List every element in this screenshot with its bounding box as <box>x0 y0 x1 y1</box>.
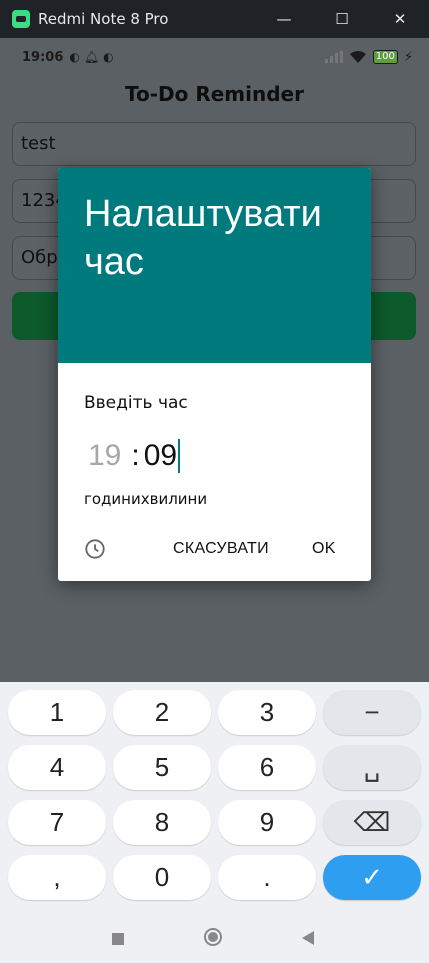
task-name-field[interactable]: test <box>12 122 416 166</box>
key-1[interactable]: 1 <box>8 690 106 735</box>
hour-input[interactable]: 19 <box>88 439 121 473</box>
time-labels: години хвилини <box>84 490 207 508</box>
status-time: 19:06 <box>22 49 64 65</box>
notification-icon: ◐ <box>69 50 80 64</box>
dialog-title: Налаштувати час <box>58 168 371 363</box>
key-3[interactable]: 3 <box>218 690 316 735</box>
bell-icon: 🔔︎ <box>83 50 100 64</box>
back-icon[interactable] <box>302 931 314 945</box>
numeric-keyboard: 1 2 3 − 4 5 6 ␣ 7 8 9 ⌫ , 0 . ✓ <box>0 682 429 963</box>
key-6[interactable]: 6 <box>218 745 316 790</box>
key-4[interactable]: 4 <box>8 745 106 790</box>
wifi-icon <box>349 51 366 63</box>
notification-icon: ◐ <box>103 50 114 64</box>
comma-key[interactable]: , <box>8 855 106 900</box>
time-picker-dialog: Налаштувати час Введіть час 19 : 09 годи… <box>58 168 371 581</box>
android-app-icon <box>12 10 30 28</box>
key-9[interactable]: 9 <box>218 800 316 845</box>
home-icon[interactable] <box>204 928 222 946</box>
space-key[interactable]: ␣ <box>323 745 421 790</box>
key-2[interactable]: 2 <box>113 690 211 735</box>
ok-button[interactable]: OK <box>312 540 336 558</box>
maximize-button[interactable]: ☐ <box>313 0 371 38</box>
key-7[interactable]: 7 <box>8 800 106 845</box>
period-key[interactable]: . <box>218 855 316 900</box>
status-bar: 19:06 ◐ 🔔︎ ◐ 100 ⚡︎ <box>0 38 429 76</box>
minute-label: хвилини <box>140 490 208 508</box>
minimize-button[interactable]: — <box>255 0 313 38</box>
enter-key[interactable]: ✓ <box>323 855 421 900</box>
charging-icon: ⚡︎ <box>403 49 413 65</box>
recents-icon[interactable] <box>112 933 124 945</box>
notification-icons: ◐ 🔔︎ ◐ <box>69 50 113 64</box>
navigation-bar <box>0 918 429 963</box>
backspace-key[interactable]: ⌫ <box>323 800 421 845</box>
window-controls: — ☐ ✕ <box>255 0 429 38</box>
dialog-subtitle: Введіть час <box>84 393 188 413</box>
emulator-titlebar: Redmi Note 8 Pro — ☐ ✕ <box>0 0 429 38</box>
window-title: Redmi Note 8 Pro <box>38 10 169 28</box>
clock-icon[interactable] <box>84 538 106 560</box>
cancel-button[interactable]: СКАСУВАТИ <box>173 540 269 558</box>
hour-label: години <box>84 490 141 508</box>
key-0[interactable]: 0 <box>113 855 211 900</box>
app-title: To-Do Reminder <box>125 82 304 106</box>
key-8[interactable]: 8 <box>113 800 211 845</box>
signal-icon <box>324 51 343 63</box>
time-input-row: 19 : 09 <box>88 439 181 473</box>
battery-icon: 100 <box>372 50 398 64</box>
minute-input[interactable]: 09 <box>144 439 181 473</box>
time-separator: : <box>131 439 140 472</box>
dialog-actions: СКАСУВАТИ OK <box>58 531 371 567</box>
dialog-body: Введіть час 19 : 09 години хвилини СКАСУ… <box>58 363 371 581</box>
close-button[interactable]: ✕ <box>371 0 429 38</box>
key-5[interactable]: 5 <box>113 745 211 790</box>
minus-key[interactable]: − <box>323 690 421 735</box>
system-icons: 100 ⚡︎ <box>324 49 413 65</box>
